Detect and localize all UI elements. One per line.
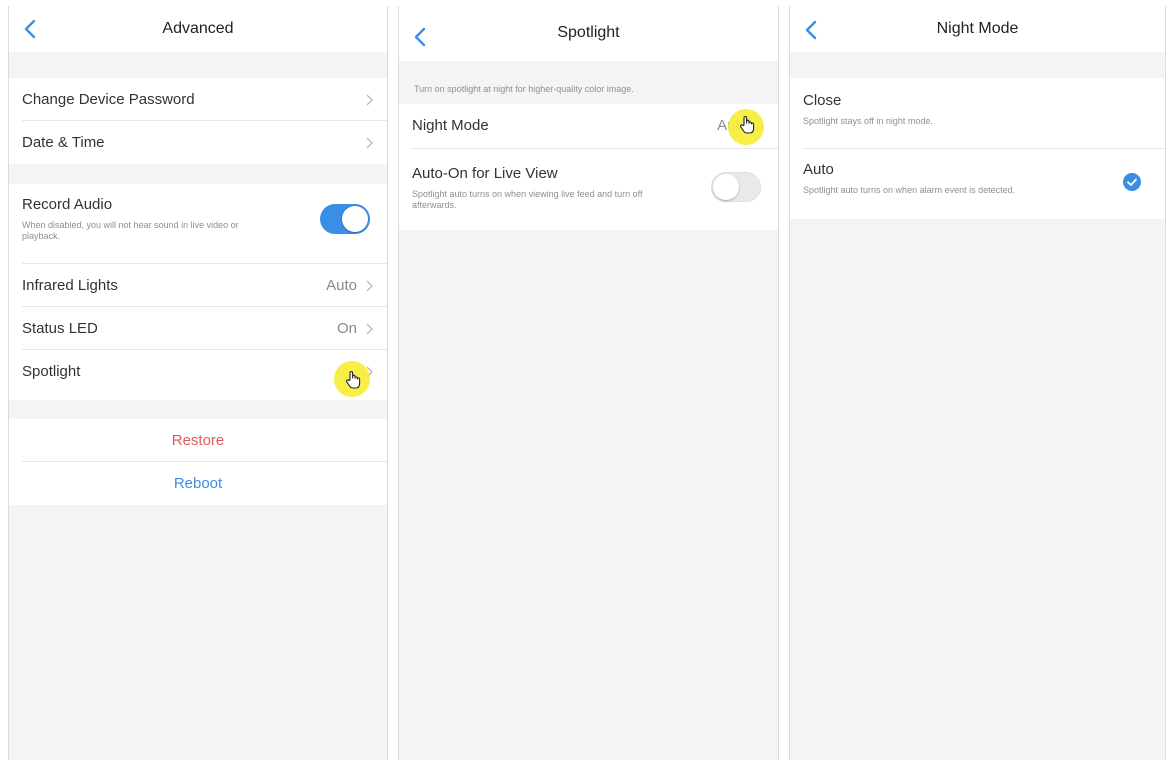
nav-bar: Night Mode bbox=[790, 6, 1165, 52]
settings-group: Record Audio When disabled, you will not… bbox=[9, 184, 387, 400]
chevron-right-icon bbox=[366, 280, 373, 292]
option-description: Spotlight auto turns on when alarm event… bbox=[803, 185, 1016, 195]
list-item-label: Status LED bbox=[22, 320, 98, 337]
spotlight-screen: Spotlight Turn on spotlight at night for… bbox=[398, 6, 779, 760]
advanced-screen: Advanced Change Device Password Date & T… bbox=[8, 6, 388, 760]
chevron-left-icon bbox=[805, 20, 817, 40]
settings-group: Change Device Password Date & Time bbox=[9, 78, 387, 164]
list-item-label: Night Mode bbox=[412, 117, 489, 134]
page-title: Night Mode bbox=[936, 20, 1019, 37]
list-item-label: Infrared Lights bbox=[22, 277, 118, 294]
reboot-button[interactable]: Reboot bbox=[9, 462, 387, 505]
option-label: Close bbox=[803, 92, 842, 109]
list-item-value: Auto bbox=[326, 277, 357, 294]
list-item-label: Record Audio bbox=[22, 196, 113, 213]
list-item-date-time[interactable]: Date & Time bbox=[22, 121, 373, 164]
nav-bar: Spotlight bbox=[399, 6, 778, 61]
back-button[interactable] bbox=[413, 27, 427, 47]
list-item-label: Date & Time bbox=[22, 134, 105, 151]
list-item-record-audio: Record Audio When disabled, you will not… bbox=[22, 184, 373, 263]
options-group: Close Spotlight stays off in night mode.… bbox=[790, 78, 1165, 219]
list-item-auto-on: Auto-On for Live View Spotlight auto tur… bbox=[412, 149, 764, 230]
option-description: Spotlight stays off in night mode. bbox=[803, 116, 933, 126]
list-item-value: On bbox=[336, 320, 357, 337]
hand-pointer-icon bbox=[344, 370, 362, 390]
chevron-right-icon bbox=[366, 137, 373, 149]
actions-group: Restore Reboot bbox=[9, 419, 387, 505]
record-audio-toggle[interactable] bbox=[320, 204, 370, 234]
list-item-infrared-lights[interactable]: Infrared Lights Auto bbox=[22, 264, 373, 307]
nav-bar: Advanced bbox=[9, 6, 387, 52]
restore-button[interactable]: Restore bbox=[9, 419, 387, 462]
chevron-left-icon bbox=[24, 19, 36, 39]
list-item-description: Spotlight auto turns on when viewing liv… bbox=[412, 189, 643, 210]
night-mode-screen: Night Mode Close Spotlight stays off in … bbox=[789, 6, 1166, 760]
option-close[interactable]: Close Spotlight stays off in night mode. bbox=[803, 78, 1151, 148]
back-button[interactable] bbox=[804, 20, 818, 40]
option-label: Auto bbox=[803, 161, 834, 178]
list-item-label: Change Device Password bbox=[22, 91, 195, 108]
list-item-status-led[interactable]: Status LED On bbox=[22, 307, 373, 350]
option-auto[interactable]: Auto Spotlight auto turns on when alarm … bbox=[803, 149, 1151, 219]
list-item-label: Spotlight bbox=[22, 363, 81, 380]
page-title: Advanced bbox=[162, 20, 234, 37]
list-item-spotlight[interactable]: Spotlight bbox=[22, 350, 373, 393]
list-item-change-password[interactable]: Change Device Password bbox=[22, 78, 373, 121]
hand-pointer-icon bbox=[738, 115, 756, 135]
back-button[interactable] bbox=[23, 19, 37, 39]
auto-on-toggle[interactable] bbox=[711, 172, 761, 202]
checkmark-icon bbox=[1123, 173, 1141, 191]
chevron-right-icon bbox=[366, 94, 373, 106]
chevron-right-icon bbox=[366, 323, 373, 335]
list-item-night-mode[interactable]: Night Mode Auto bbox=[412, 104, 764, 148]
page-title: Spotlight bbox=[557, 24, 620, 41]
list-item-description: When disabled, you will not hear sound i… bbox=[22, 220, 239, 241]
list-item-label: Auto-On for Live View bbox=[412, 165, 558, 182]
settings-group: Night Mode Auto Auto-On for Live View Sp… bbox=[399, 104, 778, 230]
chevron-left-icon bbox=[414, 27, 426, 47]
spotlight-hint: Turn on spotlight at night for higher-qu… bbox=[414, 84, 634, 94]
